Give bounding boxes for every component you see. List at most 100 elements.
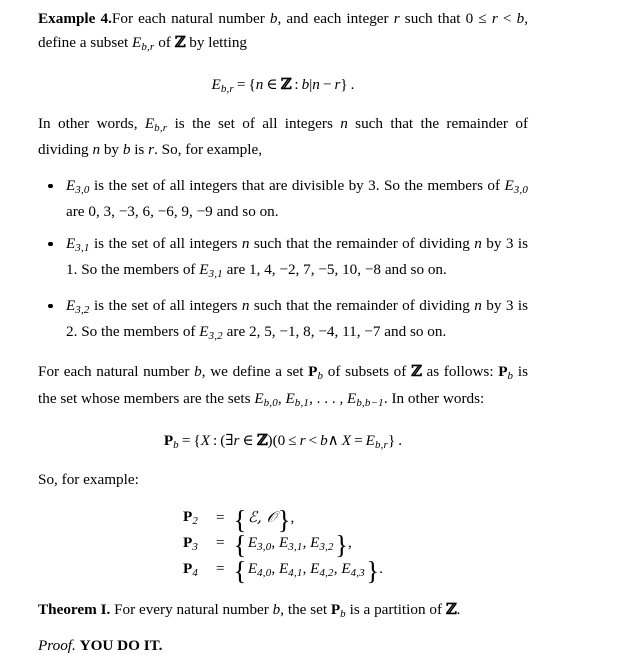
iow-part1: In other words, — [38, 114, 145, 132]
bullet2-symbol2: E — [199, 261, 209, 279]
proof-body: YOU DO IT. — [79, 636, 163, 654]
pd-E3-sub: b,b−1 — [356, 396, 384, 409]
eq2-period: . — [398, 432, 403, 450]
iow-subscript: b,r — [154, 121, 168, 134]
theorem-set-Z: ℤ — [445, 600, 457, 619]
bullet1-text-part1: is the set of all integers that are divi… — [89, 176, 505, 194]
table-row: P4 = {E4,0, E4,1, E4,2, E4,3}. — [183, 555, 383, 586]
iow-part6: . So, for example, — [154, 141, 263, 159]
right-brace: } — [366, 555, 380, 586]
bullet2-text-part4: are — [222, 261, 249, 279]
eq2-lhs-subscript: b — [173, 439, 179, 452]
list-item: E3,0 is the set of all integers that are… — [38, 175, 528, 224]
p3-E1-sub: 3,0 — [257, 540, 272, 553]
eq1-set-open: { — [248, 76, 256, 94]
example-intro-part6: of — [154, 33, 175, 51]
p3-E3-sub: 3,2 — [319, 540, 334, 553]
p4-rhs: {E4,0, E4,1, E4,2, E4,3}. — [233, 555, 383, 586]
eq2-var-b: b — [320, 432, 328, 450]
p3-rhs: {E3,0, E3,1, E3,2}, — [233, 529, 352, 560]
iow-var-n2: n — [92, 141, 101, 159]
p2-trailing: , — [290, 509, 295, 527]
eq2-and-sign: ∧ — [327, 432, 339, 450]
bullet3-members: 2, 5, −1, 8, −4, 11, −7 — [249, 323, 381, 341]
p3-subscript: 3 — [192, 540, 198, 553]
eq1-lhs-subscript: b,r — [220, 82, 234, 95]
eq2-var-r: r — [233, 432, 240, 450]
p3-trailing: , — [347, 534, 352, 552]
bullet1-subscript2: 3,0 — [513, 183, 528, 196]
in-other-words-paragraph: In other words, Eb,r is the set of all i… — [38, 113, 528, 162]
p2-relation: = — [216, 508, 225, 526]
p4-trailing: . — [379, 559, 383, 577]
table-row: P2 = {ℰ, 𝒪}, — [183, 504, 383, 535]
eq1-member-sign: ∈ — [266, 76, 278, 94]
bullet2-text-part2: such that the remainder of dividing — [249, 234, 475, 252]
aligned-equations-table: P2 = {ℰ, 𝒪}, P 3 = {E3,0, E3,1, E3,2}, P4… — [183, 505, 383, 583]
math-blackboard-Z: ℤ — [174, 32, 186, 51]
eq2-equals2: = — [354, 432, 363, 450]
pd-E2-sub: b,1 — [294, 396, 310, 409]
p4-E4: E — [341, 559, 351, 577]
bullet1-members: 0, 3, −3, 6, −6, 9, −9 — [88, 203, 213, 221]
theorem-part4: . — [456, 601, 461, 619]
example-intro-part1: For each natural number — [111, 10, 270, 27]
eq2-var-X: X — [200, 432, 210, 450]
list-item: E3,2 is the set of all integers n such t… — [38, 295, 528, 348]
theorem-part2: , the set — [280, 601, 331, 619]
theorem-part1: For every natural number — [110, 601, 273, 619]
p4-lhs: P4 — [183, 556, 207, 582]
p3-relation: = — [216, 534, 225, 552]
pd-E1-sub: b,0 — [263, 396, 278, 409]
p4-subscript: 4 — [192, 566, 198, 579]
pd-var-b: b — [194, 363, 202, 381]
eq2-lt: < — [308, 432, 318, 450]
bullet2-text-part1: is the set of all integers — [89, 234, 242, 252]
eq2-set-close: } — [388, 432, 396, 450]
example-intro-part3: such that 0 — [399, 10, 479, 27]
eq2-var-r2: r — [299, 432, 306, 450]
pd-symbol-P2: P — [498, 363, 508, 381]
pd-E3: E — [347, 389, 357, 407]
eq1-period: . — [350, 76, 355, 94]
bullet3-symbol: E — [66, 296, 76, 314]
bullet3-subscript: 3,2 — [75, 303, 90, 316]
eq1-element-n: n — [255, 76, 264, 94]
bullet1-text-part2: are — [66, 203, 89, 221]
document-page: Example 4.For each natural number b, and… — [0, 0, 634, 654]
bullet1-symbol: E — [66, 176, 76, 194]
bullet1-subscript: 3,0 — [75, 183, 90, 196]
bullet2-text-part5: and so on. — [381, 261, 447, 279]
eq2-set-open: { — [193, 432, 201, 450]
pd-comma1: , — [277, 389, 286, 407]
p4-symbol: P — [183, 559, 193, 577]
proof-heading: Proof. — [38, 636, 76, 654]
p4-relation: = — [216, 560, 225, 578]
math-symbol-E: E — [132, 33, 142, 51]
bullet3-subscript2: 3,2 — [208, 329, 223, 342]
display-equation-2: Pb = {X: (∃r ∈ ℤ)(0 ≤ r < b∧ X = Eb,r}. — [38, 430, 528, 453]
eq2-member-sign: ∈ — [242, 432, 254, 450]
pd-E1: E — [254, 389, 264, 407]
eq1-minus: − — [322, 76, 332, 94]
iow-part5: is — [130, 141, 149, 159]
theorem-symbol-P: P — [330, 601, 341, 619]
pd-part2: , we define a set — [201, 363, 309, 381]
eq2-leq: ≤ — [288, 432, 297, 450]
p2-members: ℰ, 𝒪 — [247, 508, 277, 527]
pd-E2: E — [285, 389, 295, 407]
eq1-lhs-symbol: E — [211, 76, 221, 94]
bullet3-text-part5: and so on. — [380, 323, 447, 341]
example-heading: Example 4. — [38, 10, 112, 27]
document-content: Example 4.For each natural number b, and… — [38, 8, 528, 657]
p2-subscript: 2 — [192, 514, 198, 527]
examples-bullet-list: E3,0 is the set of all integers that are… — [38, 175, 528, 348]
pd-ellipsis: , . . . , — [309, 389, 348, 407]
right-brace: } — [277, 504, 291, 535]
